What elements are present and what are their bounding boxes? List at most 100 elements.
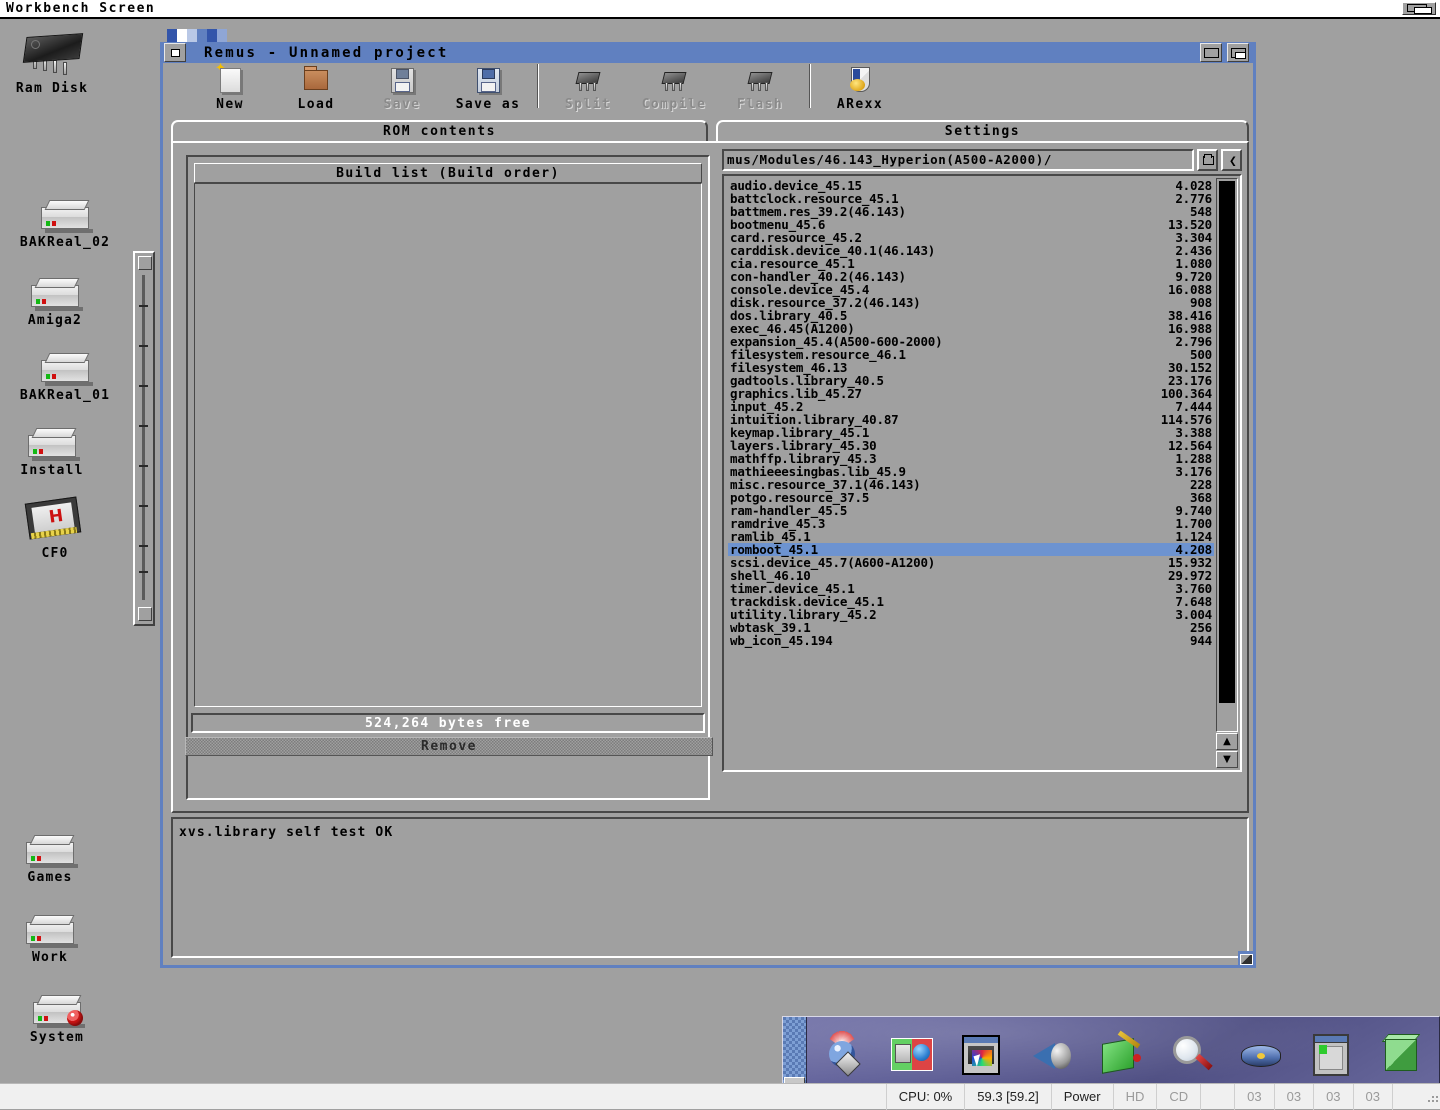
remus-tab-row[interactable]: ROM contents Settings [171,120,1249,142]
tab-rom-contents[interactable]: ROM contents [171,120,708,142]
desktop-icon-work[interactable]: Work [0,914,110,965]
desktop-icon-label: System [29,1030,85,1045]
desktop-icon-games[interactable]: Games [0,834,110,885]
toolbar-label: ARexx [836,97,884,112]
workbench-screen-titlebar[interactable]: Workbench Screen [0,0,1440,17]
desktop-icon-bakreal-02[interactable]: BAKReal_02 [5,199,125,250]
scrollbar-knob[interactable] [1219,181,1235,703]
desktop-icon-label: Install [20,463,84,478]
status-drive-2[interactable]: 03 [1313,1083,1352,1110]
close-gadget-icon[interactable] [164,43,186,62]
desktop-icon-label: Work [31,950,69,965]
hard-drive-icon [22,914,78,948]
build-list-panel[interactable]: Build list (Build order) 524,264 bytes f… [185,155,713,800]
remus-toolbar[interactable]: ✦ New Load Save Save as Split [167,62,1249,120]
media-player-icon [1237,1031,1287,1081]
module-name: wb_icon_45.194 [730,633,833,648]
status-drive-3[interactable]: 03 [1352,1083,1392,1110]
toolbar-label: Compile [641,97,707,112]
zoom-gadget-icon[interactable] [1227,43,1249,62]
floppy-disk-icon [385,64,419,96]
module-list-scrollbar[interactable]: ▲ ▼ [1216,178,1238,768]
status-drive-0[interactable]: 03 [1234,1083,1273,1110]
scrollbar-knob-top[interactable] [138,256,152,270]
toolbar-label: Save [383,97,421,112]
emulator-status-bar[interactable]: CPU: 0% 59.3 [59.2] Power HD CD 03 03 03… [0,1083,1440,1110]
resize-gadget-icon[interactable] [1238,951,1256,968]
folder-open-icon [299,64,333,96]
desktop-icon-label: Ram Disk [15,81,89,96]
desktop-icon-amiga2[interactable]: Amiga2 [0,277,115,328]
module-listbox[interactable]: audio.device_45.15 4.028 battclock.resourc… [722,174,1242,772]
toolbar-button-compile[interactable]: Compile [631,64,717,112]
window-tab-strip [167,29,237,42]
desktop-icon-label: Amiga2 [27,313,83,328]
scrollbar-track[interactable] [1216,178,1238,732]
status-gap [1200,1083,1234,1110]
path-row[interactable]: mus/Modules/46.143_Hyperion(A500-A2000)/… [722,149,1242,171]
toolbar-button-split[interactable]: Split [545,64,631,112]
workbench-desktop[interactable]: Ram Disk BAKReal_02 Amiga2 BAKReal_01 In… [0,19,1440,1100]
toolbar-label: Flash [736,97,784,112]
remus-window[interactable]: Remus - Unnamed project ✦ New Load Save … [160,29,1256,968]
remus-window-title: Remus - Unnamed project [204,44,449,61]
remove-button[interactable]: Remove [185,737,713,756]
ram-chip-icon [15,29,89,79]
remus-log-area[interactable]: xvs.library self test OK [171,817,1249,958]
directory-opus-icon [817,1031,867,1081]
toolbar-separator [809,64,811,108]
chip-icon [571,64,605,96]
amplifier-icon [1027,1031,1077,1081]
toolbar-button-save-as[interactable]: Save as [445,64,531,112]
text-editor-icon [1097,1030,1147,1081]
toolbar-button-arexx[interactable]: ARexx [817,64,903,112]
rom-contents-panel[interactable]: mus/Modules/46.143_Hyperion(A500-A2000)/… [722,149,1242,800]
toolbar-button-load[interactable]: Load [273,64,359,112]
toolbar-button-save[interactable]: Save [359,64,445,112]
file-manager-icon [887,1031,937,1081]
chevron-left-icon[interactable]: ❮ [1221,149,1242,171]
system-drive-icon [29,994,85,1028]
status-cpu: CPU: 0% [885,1083,964,1110]
desktop-icon-ram-disk[interactable]: Ram Disk [0,29,112,96]
remus-content-panel: Build list (Build order) 524,264 bytes f… [171,141,1249,813]
hard-drive-icon [37,352,93,386]
resize-grip-icon[interactable] [1422,1084,1440,1110]
desktop-icon-label: BAKReal_01 [19,388,111,403]
magnifier-icon [1167,1031,1217,1081]
desktop-icon-label: BAKReal_02 [19,235,111,250]
toolbar-button-new[interactable]: ✦ New [187,62,273,112]
depth-gadget-icon[interactable] [1200,43,1222,62]
tab-settings[interactable]: Settings [716,120,1249,142]
desktop-icon-install[interactable]: Install [0,427,112,478]
desktop-vertical-scrollbar[interactable] [133,251,155,626]
desktop-icon-system[interactable]: System [0,994,117,1045]
log-message: xvs.library self test OK [179,825,394,840]
hard-drive-icon [24,427,80,461]
folder-browse-icon[interactable] [1197,149,1218,171]
scroll-up-arrow-icon[interactable]: ▲ [1216,733,1238,750]
scrollbar-knob-bottom[interactable] [138,607,152,621]
desktop-icon-bakreal-01[interactable]: BAKReal_01 [5,352,125,403]
toolbar-button-flash[interactable]: Flash [717,64,803,112]
desktop-icon-label: Games [27,870,73,885]
module-rows: audio.device_45.15 4.028 battclock.resourc… [728,179,1214,771]
module-size: 944 [1190,633,1212,648]
scroll-down-arrow-icon[interactable]: ▼ [1216,751,1238,768]
status-power-led: Power [1050,1083,1113,1110]
new-document-icon: ✦ [213,62,247,96]
status-drive-1[interactable]: 03 [1273,1083,1313,1110]
arexx-shield-icon [843,64,877,96]
archive-cube-icon [1377,1031,1427,1081]
module-row[interactable]: wb_icon_45.194 944 [728,634,1214,647]
chip-icon [657,64,691,96]
build-list-body[interactable] [194,183,702,707]
scrollbar-track[interactable] [142,275,145,600]
hard-drive-icon [27,277,83,311]
depth-gadget-icon[interactable] [1402,2,1436,15]
status-fps: 59.3 [59.2] [964,1083,1050,1110]
toolbar-separator [537,64,539,108]
remus-titlebar[interactable]: Remus - Unnamed project [163,42,1253,63]
path-input[interactable]: mus/Modules/46.143_Hyperion(A500-A2000)/ [722,149,1194,171]
desktop-icon-cf0[interactable]: H CF0 [0,496,115,561]
